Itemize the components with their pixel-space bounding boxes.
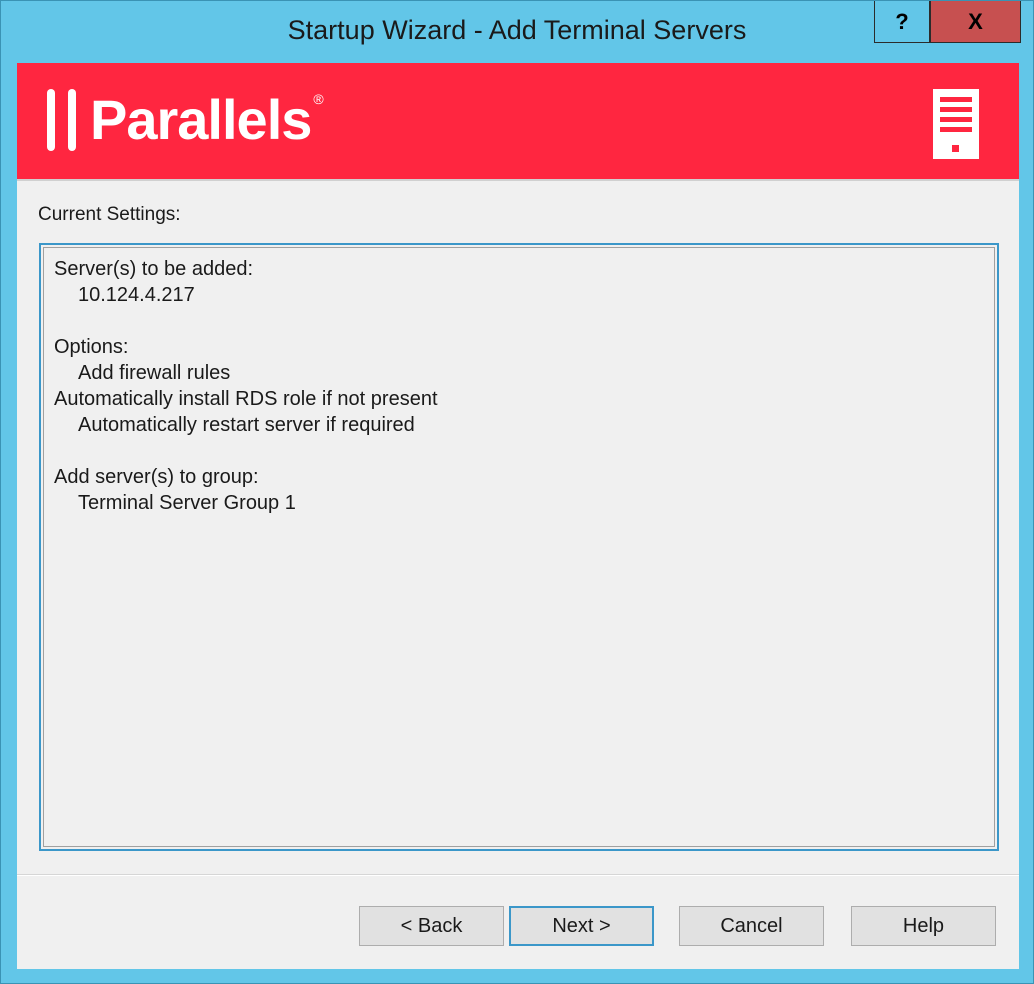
parallels-logo: Parallels ® [47,85,324,155]
registered-mark: ® [313,91,324,107]
settings-line: Server(s) to be added: [54,258,253,280]
help-button[interactable]: Help [851,906,996,946]
settings-line: Add firewall rules [78,362,231,384]
help-title-button[interactable]: ? [874,1,930,43]
wizard-window: Startup Wizard - Add Terminal Servers ? … [0,0,1034,984]
settings-summary-text: Server(s) to be added: 10.124.4.217 Option… [43,247,995,847]
settings-line: 10.124.4.217 [78,284,195,306]
close-button[interactable]: X [930,1,1021,43]
banner-divider [17,179,1019,181]
header-banner: Parallels ® [17,63,1019,179]
settings-line: Add server(s) to group: [54,466,259,488]
settings-summary-box[interactable]: Server(s) to be added: 10.124.4.217 Option… [39,243,999,851]
dialog-client-area: Parallels ® Current Settings: Server(s) … [17,63,1019,969]
footer-divider [17,874,1019,876]
settings-line: Automatically restart server if required [78,414,415,436]
server-icon [933,89,979,159]
logo-bars-icon [47,89,76,151]
settings-line: Automatically install RDS role if not pr… [54,388,438,410]
next-button[interactable]: Next > [509,906,654,946]
title-bar: Startup Wizard - Add Terminal Servers ? … [1,1,1033,63]
settings-line: Options: [54,336,129,358]
back-button[interactable]: < Back [359,906,504,946]
logo-text: Parallels [90,88,312,151]
current-settings-label: Current Settings: [38,204,181,225]
settings-line: Terminal Server Group 1 [78,492,296,514]
cancel-button[interactable]: Cancel [679,906,824,946]
